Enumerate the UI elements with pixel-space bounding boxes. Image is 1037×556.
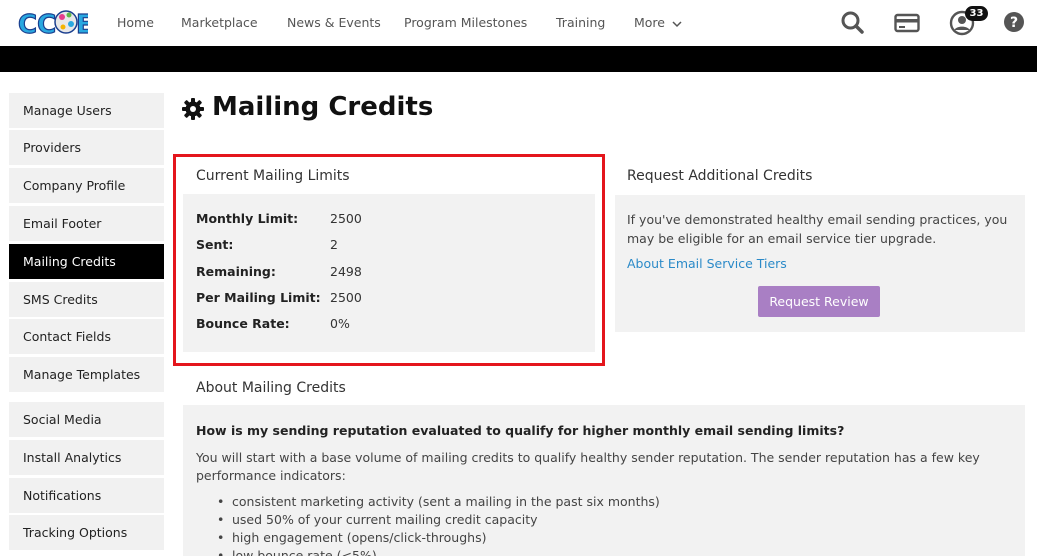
- chevron-down-icon: [672, 20, 682, 27]
- sidebar-item-contact-fields[interactable]: Contact Fields: [9, 319, 164, 354]
- credit-card-icon[interactable]: [894, 10, 920, 36]
- page-title: Mailing Credits: [212, 92, 434, 122]
- list-item: consistent marketing activity (sent a ma…: [217, 494, 660, 509]
- sidebar-item-providers[interactable]: Providers: [9, 130, 164, 165]
- sidebar-item-manage-templates[interactable]: Manage Templates: [9, 357, 164, 392]
- reputation-question: How is my sending reputation evaluated t…: [196, 423, 845, 438]
- list-item-text: high engagement (opens/click-throughs): [232, 530, 487, 545]
- request-review-button[interactable]: Request Review: [758, 286, 880, 317]
- sidebar-item-notifications[interactable]: Notifications: [9, 478, 164, 513]
- request-credits-text: If you've demonstrated healthy email sen…: [627, 212, 1008, 246]
- notification-count-badge: 33: [965, 6, 988, 21]
- nav-more-label: More: [634, 15, 665, 30]
- help-icon[interactable]: ?: [1003, 11, 1025, 33]
- about-credits-title: About Mailing Credits: [196, 380, 346, 396]
- gear-icon: [182, 98, 204, 120]
- svg-text:CC: CC: [18, 10, 56, 40]
- nav-program-milestones[interactable]: Program Milestones: [404, 15, 527, 30]
- sidebar-item-company-profile[interactable]: Company Profile: [9, 168, 164, 203]
- sidebar-item-sms-credits[interactable]: SMS Credits: [9, 282, 164, 317]
- list-item-text: used 50% of your current mailing credit …: [232, 512, 538, 527]
- nav-marketplace[interactable]: Marketplace: [181, 15, 258, 30]
- email-service-tiers-link[interactable]: About Email Service Tiers: [627, 256, 787, 271]
- list-item: used 50% of your current mailing credit …: [217, 512, 538, 527]
- nav-news-events[interactable]: News & Events: [287, 15, 381, 30]
- ccoe-logo[interactable]: CC E: [18, 5, 88, 41]
- top-navbar: CC E Home Marketplace News & Events Prog…: [0, 0, 1037, 46]
- nav-training[interactable]: Training: [556, 15, 605, 30]
- nav-more[interactable]: More: [634, 15, 682, 30]
- svg-text:?: ?: [1010, 15, 1018, 31]
- list-item-text: low bounce rate (<5%): [232, 548, 377, 556]
- sidebar-item-social-media[interactable]: Social Media: [9, 402, 164, 437]
- sidebar-item-email-footer[interactable]: Email Footer: [9, 206, 164, 241]
- highlight-outline: [173, 154, 605, 366]
- sidebar-item-manage-users[interactable]: Manage Users: [9, 93, 164, 128]
- reputation-paragraph: You will start with a base volume of mai…: [196, 450, 980, 483]
- sidebar-item-tracking-options[interactable]: Tracking Options: [9, 515, 164, 550]
- list-item: low bounce rate (<5%): [217, 548, 377, 556]
- nav-home[interactable]: Home: [117, 15, 154, 30]
- request-credits-title: Request Additional Credits: [627, 168, 813, 184]
- list-item-text: consistent marketing activity (sent a ma…: [232, 494, 660, 509]
- list-item: high engagement (opens/click-throughs): [217, 530, 487, 545]
- sidebar-item-install-analytics[interactable]: Install Analytics: [9, 440, 164, 475]
- header-banner-bar: [0, 46, 1037, 72]
- sidebar-item-mailing-credits[interactable]: Mailing Credits: [9, 244, 164, 279]
- svg-text:E: E: [76, 10, 88, 40]
- search-icon[interactable]: [840, 10, 866, 36]
